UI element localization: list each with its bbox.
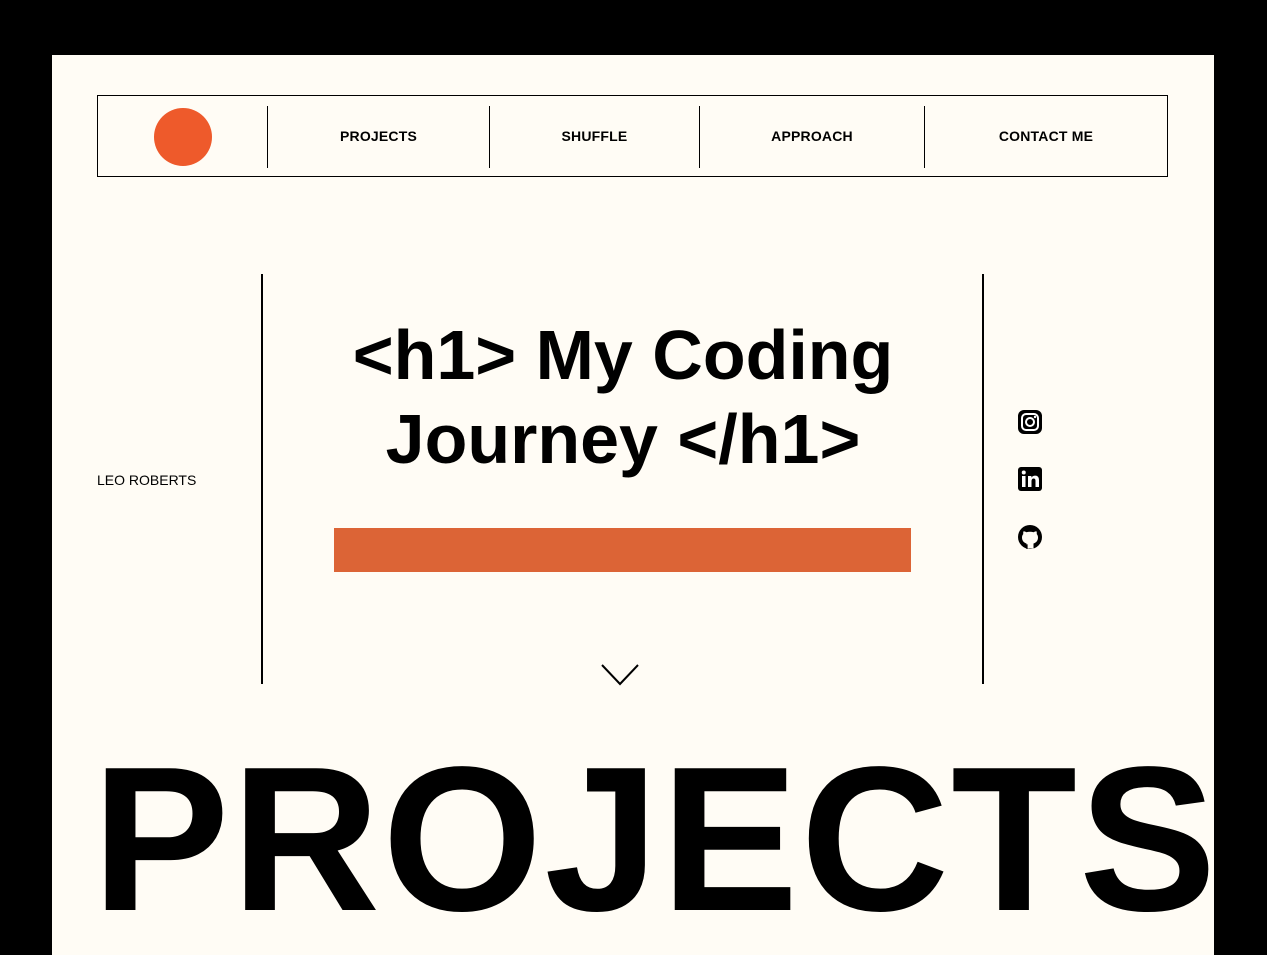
top-navigation: PROJECTS SHUFFLE APPROACH CONTACT ME — [97, 95, 1168, 177]
nav-shuffle-link[interactable]: SHUFFLE — [490, 96, 699, 176]
hero-title: <h1> My Coding Journey </h1> — [264, 313, 982, 481]
hero-title-line1: <h1> My Coding — [352, 316, 894, 394]
nav-contact-link[interactable]: CONTACT ME — [925, 96, 1167, 176]
instagram-icon[interactable] — [1017, 409, 1043, 435]
author-name: LEO ROBERTS — [97, 472, 197, 488]
chevron-down-icon[interactable] — [601, 663, 639, 687]
accent-bar — [334, 528, 911, 572]
hero-left-divider — [261, 274, 263, 684]
logo-circle[interactable] — [154, 108, 212, 166]
nav-projects-link[interactable]: PROJECTS — [268, 96, 489, 176]
nav-approach-link[interactable]: APPROACH — [700, 96, 924, 176]
linkedin-icon[interactable] — [1017, 466, 1043, 492]
github-icon[interactable] — [1017, 524, 1043, 550]
hero-title-line2: Journey </h1> — [385, 400, 861, 478]
projects-section-heading: PROJECTS — [92, 724, 1214, 954]
hero-right-divider — [982, 274, 984, 684]
page: PROJECTS SHUFFLE APPROACH CONTACT ME LEO… — [52, 55, 1214, 955]
